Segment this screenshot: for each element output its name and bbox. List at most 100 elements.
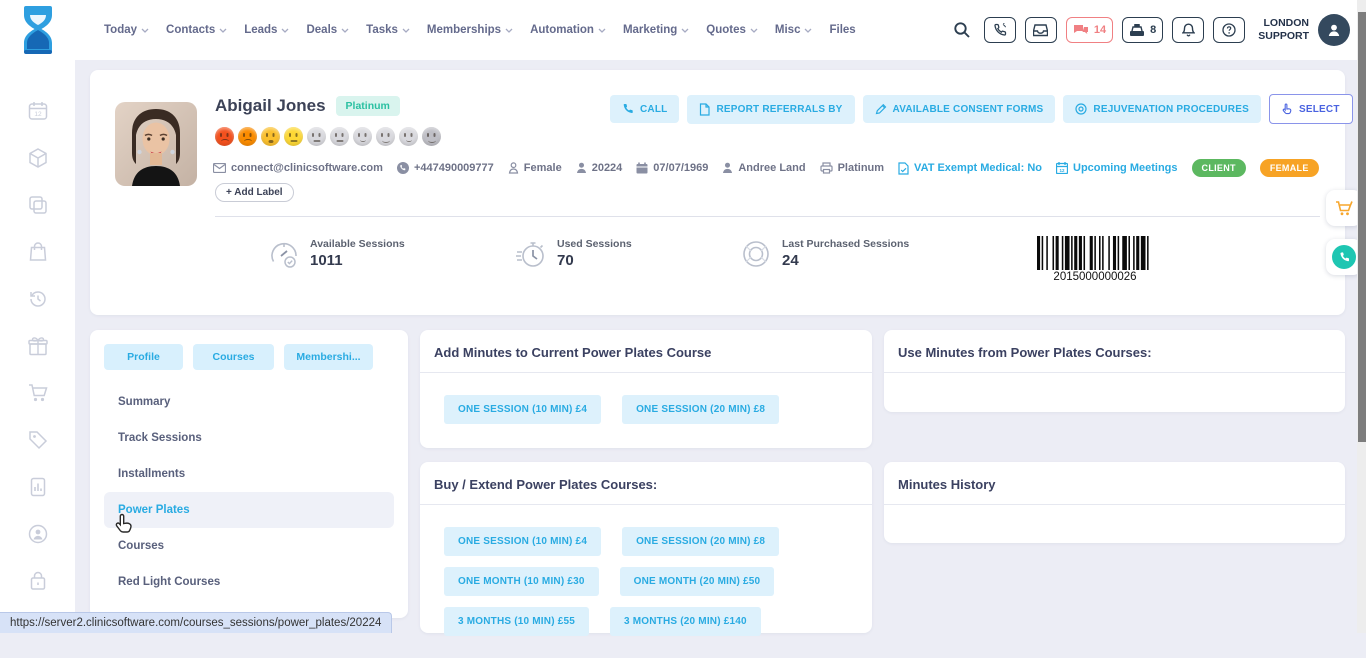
chevron-down-icon bbox=[750, 28, 758, 33]
nav-quotes[interactable]: Quotes bbox=[706, 24, 758, 36]
emoji-smile[interactable] bbox=[376, 127, 395, 146]
menu-item-courses[interactable]: Courses bbox=[104, 528, 394, 564]
user-avatar[interactable] bbox=[1318, 14, 1350, 46]
emoji-neutral-gray[interactable] bbox=[307, 127, 326, 146]
report-icon[interactable] bbox=[27, 476, 49, 498]
menu-item-power-plates[interactable]: Power Plates bbox=[104, 492, 394, 528]
emoji-slight-smile[interactable] bbox=[399, 127, 418, 146]
nav-contacts[interactable]: Contacts bbox=[166, 24, 227, 36]
client-membership: Platinum bbox=[820, 162, 884, 174]
pos-count-badge: 8 bbox=[1150, 24, 1156, 36]
call-button[interactable]: CALL bbox=[610, 95, 679, 123]
buy-one-month-20min-button[interactable]: ONE MONTH (20 MIN) £50 bbox=[620, 567, 775, 596]
emoji-neutral-gray[interactable] bbox=[330, 127, 349, 146]
use-minutes-panel: Use Minutes from Power Plates Courses: bbox=[884, 330, 1345, 412]
member-icon[interactable] bbox=[27, 523, 49, 545]
menu-item-track-sessions[interactable]: Track Sessions bbox=[104, 420, 394, 456]
emoji-neutral[interactable] bbox=[284, 127, 303, 146]
add-one-session-20min-button[interactable]: ONE SESSION (20 MIN) £8 bbox=[622, 395, 779, 424]
page-scrollbar[interactable] bbox=[1357, 0, 1366, 633]
panel-title: Use Minutes from Power Plates Courses: bbox=[884, 330, 1345, 372]
client-photo[interactable] bbox=[115, 102, 197, 186]
nav-memberships[interactable]: Memberships bbox=[427, 24, 513, 36]
shopping-bag-icon[interactable] bbox=[27, 241, 49, 263]
location-label: LONDON SUPPORT bbox=[1258, 17, 1309, 43]
phone-circle-icon bbox=[1332, 245, 1356, 269]
buy-three-months-20min-button[interactable]: 3 MONTHS (20 MIN) £140 bbox=[610, 607, 761, 636]
chevron-down-icon bbox=[141, 28, 149, 33]
client-phone[interactable]: +447490009777 bbox=[397, 162, 494, 174]
messages-count-badge: 14 bbox=[1094, 24, 1106, 36]
nav-automation[interactable]: Automation bbox=[530, 24, 606, 36]
locker-icon[interactable] bbox=[27, 570, 49, 592]
profile-divider bbox=[215, 216, 1320, 217]
top-header: Today Contacts Leads Deals Tasks Members… bbox=[0, 0, 1366, 60]
pos-register-button[interactable]: 8 bbox=[1122, 17, 1163, 43]
tier-badge: Platinum bbox=[336, 96, 400, 116]
select-button[interactable]: SELECT bbox=[1269, 94, 1353, 124]
chevron-down-icon bbox=[219, 28, 227, 33]
history-icon[interactable] bbox=[27, 288, 49, 310]
menu-item-summary[interactable]: Summary bbox=[104, 384, 394, 420]
clinicsoftware-logo[interactable] bbox=[18, 5, 58, 55]
add-label-button[interactable]: + Add Label bbox=[215, 183, 294, 202]
consent-forms-button[interactable]: AVAILABLE CONSENT FORMS bbox=[863, 95, 1056, 123]
inbox-button[interactable] bbox=[1025, 17, 1057, 43]
help-button[interactable] bbox=[1213, 17, 1245, 43]
gift-icon[interactable] bbox=[27, 335, 49, 357]
procedures-icon bbox=[1075, 103, 1087, 115]
stat-last-purchased: Last Purchased Sessions 24 bbox=[740, 238, 909, 270]
client-birth-date: 07/07/1969 bbox=[636, 162, 708, 174]
document-icon bbox=[699, 103, 710, 116]
client-email[interactable]: connect@clinicsoftware.com bbox=[213, 162, 383, 174]
document-check-icon bbox=[898, 162, 909, 175]
tab-profile[interactable]: Profile bbox=[104, 344, 183, 370]
cart-icon bbox=[1334, 198, 1354, 218]
client-id: 20224 bbox=[576, 162, 623, 174]
phone-icon bbox=[622, 103, 634, 115]
scrollbar-thumb[interactable] bbox=[1358, 12, 1366, 442]
notifications-button[interactable] bbox=[1172, 17, 1204, 43]
nav-leads[interactable]: Leads bbox=[244, 24, 289, 36]
tab-memberships[interactable]: Membershi... bbox=[284, 344, 373, 370]
vat-status-link[interactable]: VAT Exempt Medical: No bbox=[898, 162, 1042, 175]
buy-three-months-10min-button[interactable]: 3 MONTHS (10 MIN) £55 bbox=[444, 607, 589, 636]
tab-courses[interactable]: Courses bbox=[193, 344, 274, 370]
add-one-session-10min-button[interactable]: ONE SESSION (10 MIN) £4 bbox=[444, 395, 601, 424]
emoji-frown[interactable] bbox=[238, 127, 257, 146]
report-referrals-button[interactable]: REPORT REFERRALS BY bbox=[687, 95, 854, 124]
person-outline-icon bbox=[508, 162, 519, 174]
messages-button[interactable]: 14 bbox=[1066, 17, 1113, 43]
nav-files[interactable]: Files bbox=[829, 24, 855, 36]
calendar-icon[interactable]: 12 bbox=[27, 100, 49, 122]
bell-icon bbox=[1182, 23, 1195, 37]
menu-item-red-light-courses[interactable]: Red Light Courses bbox=[104, 564, 394, 600]
nav-marketing[interactable]: Marketing bbox=[623, 24, 689, 36]
nav-today[interactable]: Today bbox=[104, 24, 149, 36]
nav-misc[interactable]: Misc bbox=[775, 24, 813, 36]
upcoming-meetings-link[interactable]: 12 Upcoming Meetings bbox=[1056, 162, 1178, 174]
emoji-sad[interactable] bbox=[261, 127, 280, 146]
search-icon[interactable] bbox=[953, 21, 971, 39]
main-nav: Today Contacts Leads Deals Tasks Members… bbox=[104, 0, 856, 60]
emoji-angry[interactable] bbox=[215, 127, 234, 146]
person-icon bbox=[576, 162, 587, 174]
emoji-big-smile[interactable] bbox=[422, 127, 441, 146]
nav-deals[interactable]: Deals bbox=[306, 24, 349, 36]
rejuvenation-procedures-button[interactable]: REJUVENATION PROCEDURES bbox=[1063, 95, 1261, 123]
add-minutes-panel: Add Minutes to Current Power Plates Cour… bbox=[420, 330, 872, 448]
section-menu-list: Summary Track Sessions Installments Powe… bbox=[104, 384, 394, 600]
buy-one-month-10min-button[interactable]: ONE MONTH (10 MIN) £30 bbox=[444, 567, 599, 596]
barcode-image bbox=[1037, 236, 1153, 270]
buy-one-session-20min-button[interactable]: ONE SESSION (20 MIN) £8 bbox=[622, 527, 779, 556]
cart-icon[interactable] bbox=[27, 382, 49, 404]
nav-tasks[interactable]: Tasks bbox=[366, 24, 410, 36]
menu-item-installments[interactable]: Installments bbox=[104, 456, 394, 492]
duplicate-icon[interactable] bbox=[27, 194, 49, 216]
buy-one-session-10min-button[interactable]: ONE SESSION (10 MIN) £4 bbox=[444, 527, 601, 556]
emoji-slight-smile[interactable] bbox=[353, 127, 372, 146]
chevron-down-icon bbox=[402, 28, 410, 33]
call-log-button[interactable] bbox=[984, 17, 1016, 43]
tag-icon[interactable] bbox=[27, 429, 49, 451]
package-icon[interactable] bbox=[27, 147, 49, 169]
